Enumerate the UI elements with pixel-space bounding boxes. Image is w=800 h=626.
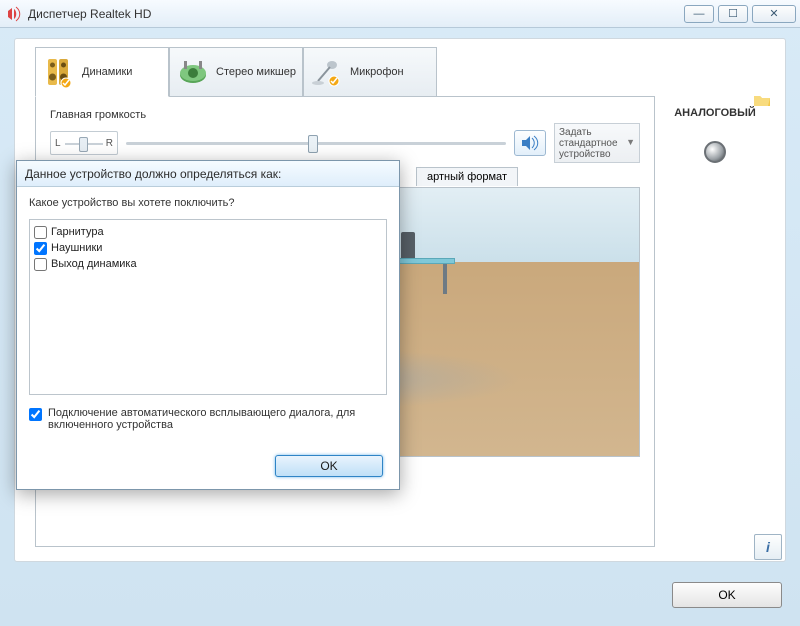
- app-icon: [6, 6, 22, 22]
- volume-thumb[interactable]: [308, 135, 318, 153]
- mic-icon: [310, 55, 344, 89]
- auto-popup-checkbox[interactable]: [29, 408, 42, 421]
- dialog-ok-button[interactable]: OK: [275, 455, 383, 477]
- balance-right-label: R: [106, 138, 113, 149]
- mute-button[interactable]: [514, 130, 546, 156]
- device-tabs: Динамики Стерео микшер Микрофон: [35, 47, 437, 97]
- info-button[interactable]: i: [754, 534, 782, 560]
- tab-label: Стерео микшер: [216, 66, 296, 78]
- option-speaker-out-checkbox[interactable]: [34, 258, 47, 271]
- balance-slider[interactable]: L R: [50, 131, 118, 155]
- folder-icon[interactable]: [753, 93, 771, 107]
- option-label: Выход динамика: [51, 258, 137, 270]
- window-controls: — ☐ ✕: [684, 5, 796, 23]
- subtab-default-format[interactable]: артный формат: [416, 167, 518, 186]
- balance-thumb[interactable]: [79, 137, 88, 152]
- minimize-button[interactable]: —: [684, 5, 714, 23]
- auto-popup-label: Подключение автоматического всплывающего…: [48, 407, 387, 431]
- auto-popup-option[interactable]: Подключение автоматического всплывающего…: [29, 407, 387, 431]
- analog-label: АНАЛОГОВЫЙ: [659, 107, 771, 119]
- option-headset-checkbox[interactable]: [34, 226, 47, 239]
- balance-left-label: L: [55, 138, 61, 149]
- close-button[interactable]: ✕: [752, 5, 796, 23]
- option-headphones[interactable]: Наушники: [34, 240, 382, 256]
- sound-icon: [521, 135, 539, 151]
- main-ok-button[interactable]: OK: [672, 582, 782, 608]
- window-title: Диспетчер Realtek HD: [28, 7, 684, 21]
- volume-slider[interactable]: [126, 131, 506, 155]
- option-headset[interactable]: Гарнитура: [34, 224, 382, 240]
- maximize-button[interactable]: ☐: [718, 5, 748, 23]
- option-label: Гарнитура: [51, 226, 104, 238]
- tab-speakers[interactable]: Динамики: [35, 47, 169, 97]
- device-options-list: Гарнитура Наушники Выход динамика: [29, 219, 387, 395]
- analog-jack-indicator[interactable]: [704, 141, 726, 163]
- dialog-question: Какое устройство вы хотете поключить?: [29, 197, 387, 209]
- option-headphones-checkbox[interactable]: [34, 242, 47, 255]
- tab-label: Микрофон: [350, 66, 404, 78]
- main-volume-group: Главная громкость L R: [50, 109, 640, 163]
- device-detect-dialog: Данное устройство должно определяться ка…: [16, 160, 400, 490]
- dialog-title: Данное устройство должно определяться ка…: [17, 161, 399, 187]
- default-button-label: Задать стандартное устройство: [559, 127, 626, 160]
- info-icon: i: [766, 539, 770, 555]
- sub-tabs: артный формат: [416, 167, 518, 186]
- set-default-device-button[interactable]: Задать стандартное устройство ▼: [554, 123, 640, 163]
- tab-microphone[interactable]: Микрофон: [303, 47, 437, 97]
- tab-stereo-mixer[interactable]: Стерео микшер: [169, 47, 303, 97]
- analog-panel: АНАЛОГОВЫЙ: [659, 103, 771, 547]
- volume-label: Главная громкость: [50, 109, 640, 121]
- chevron-down-icon: ▼: [626, 138, 635, 148]
- tab-label: Динамики: [82, 66, 132, 78]
- titlebar: Диспетчер Realtek HD — ☐ ✕: [0, 0, 800, 28]
- option-speaker-out[interactable]: Выход динамика: [34, 256, 382, 272]
- mixer-icon: [176, 55, 210, 89]
- speakers-icon: [42, 55, 76, 89]
- option-label: Наушники: [51, 242, 102, 254]
